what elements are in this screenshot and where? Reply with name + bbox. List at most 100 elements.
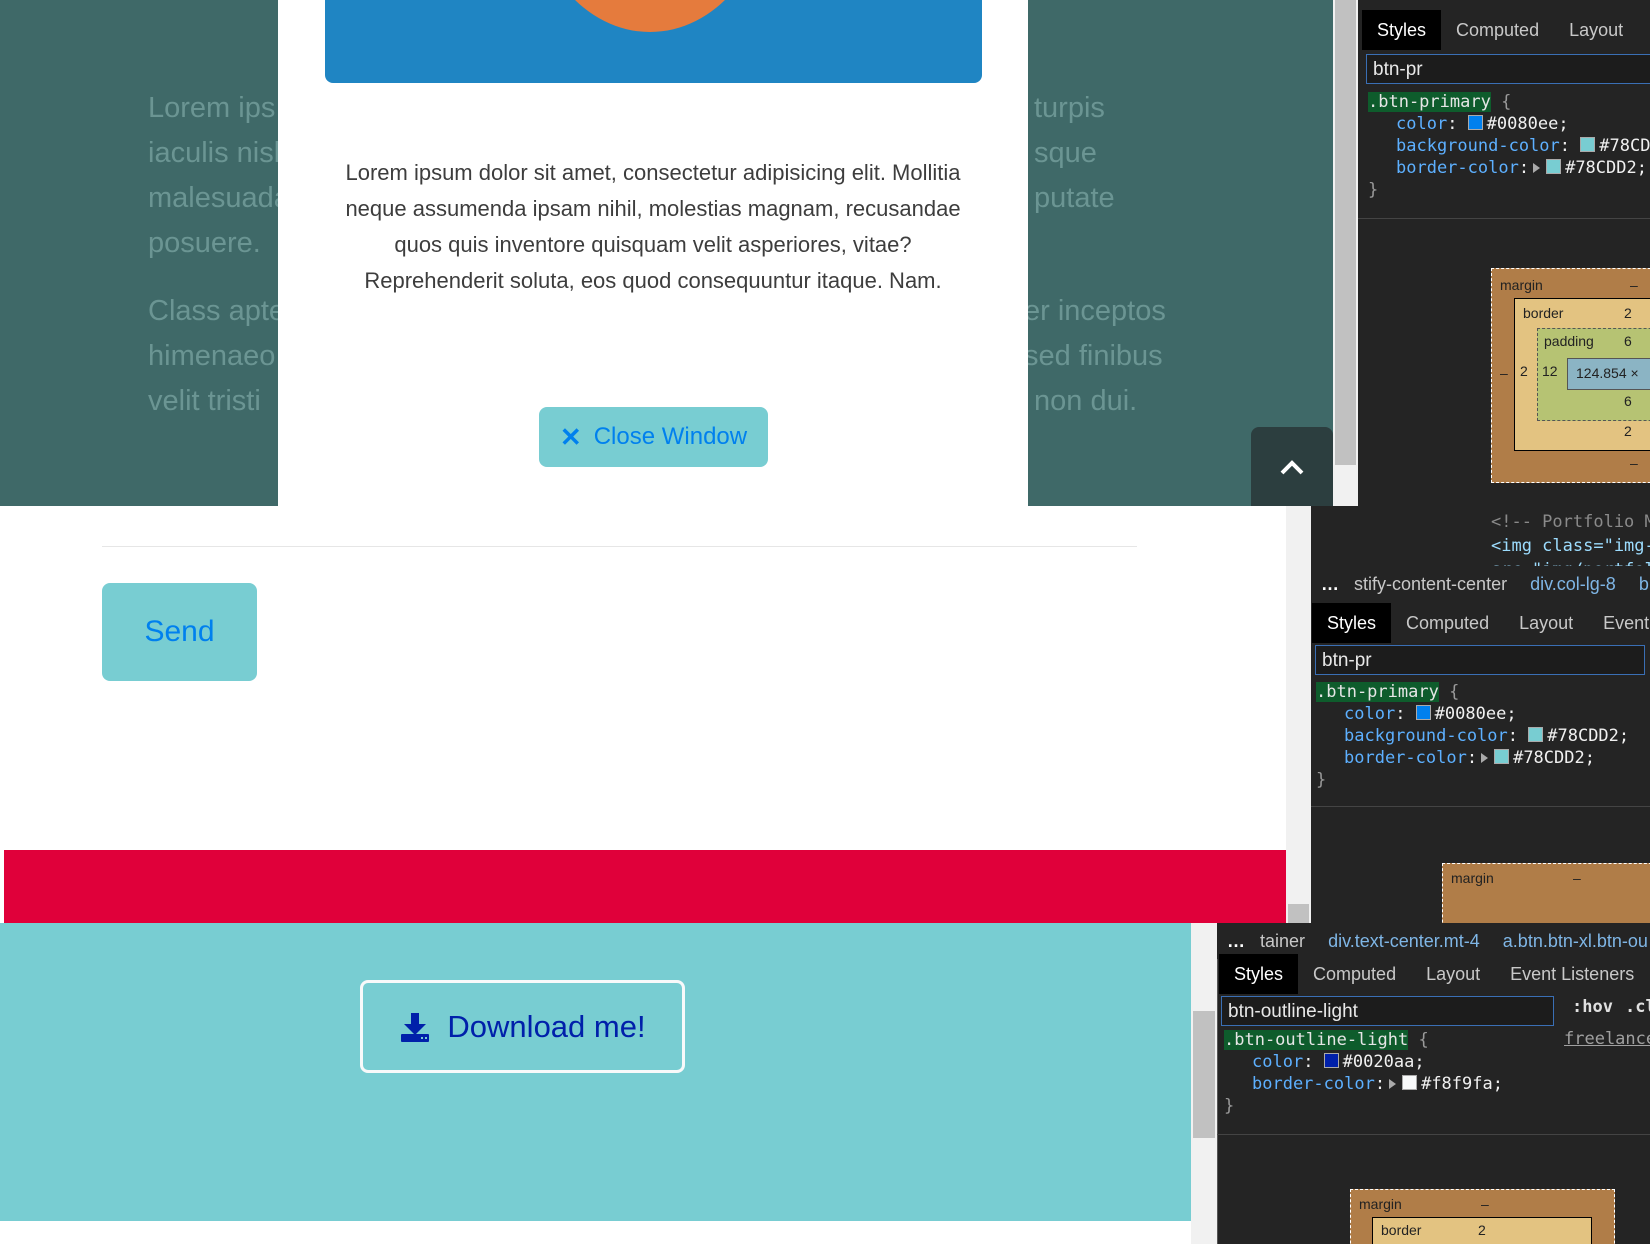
tab-styles[interactable]: Styles bbox=[1362, 10, 1442, 50]
breadcrumb-overflow[interactable]: … bbox=[1321, 574, 1339, 594]
css-property-name[interactable]: background-color bbox=[1396, 136, 1560, 156]
breadcrumb-overflow[interactable]: … bbox=[1227, 931, 1245, 951]
background-text-line: himenaeo bbox=[148, 340, 276, 372]
css-property-name[interactable]: color bbox=[1344, 704, 1395, 724]
scroll-to-top-button[interactable] bbox=[1251, 427, 1333, 506]
devtools-tabbar: Styles Computed Layout E bbox=[1362, 10, 1650, 50]
breadcrumb-item[interactable]: div.text-center.mt-4 bbox=[1328, 931, 1480, 951]
hover-state-toggle[interactable]: :hov bbox=[1572, 997, 1613, 1017]
modal-image bbox=[325, 0, 982, 83]
download-section: Download me! bbox=[0, 923, 1191, 1221]
page-scrollbar[interactable] bbox=[1286, 506, 1311, 923]
page-scrollbar-thumb[interactable] bbox=[1335, 0, 1356, 465]
rule-source-link[interactable]: freelance bbox=[1564, 1029, 1650, 1049]
rule-selector[interactable]: .btn-outline-light bbox=[1224, 1030, 1409, 1050]
color-swatch[interactable] bbox=[1415, 705, 1431, 720]
css-rule: .btn-primary { color: #0080ee; backgroun… bbox=[1368, 91, 1650, 201]
css-property-name[interactable]: background-color bbox=[1344, 726, 1508, 746]
rule-selector[interactable]: .btn-primary bbox=[1316, 682, 1439, 702]
chevron-up-icon bbox=[1280, 459, 1304, 474]
box-model-margin[interactable]: margin – bbox=[1442, 863, 1650, 923]
background-text-line: Class apte bbox=[148, 295, 286, 327]
breadcrumb-item[interactable]: tainer bbox=[1260, 931, 1305, 951]
tab-event-listeners[interactable]: E bbox=[1638, 10, 1650, 50]
page-scrollbar-thumb[interactable] bbox=[1193, 1011, 1215, 1138]
breadcrumb-item[interactable]: div.col-lg-8 bbox=[1530, 574, 1616, 594]
css-property-value[interactable]: #78CDD2; bbox=[1565, 158, 1647, 178]
background-text-line: iaculis nisl bbox=[148, 137, 281, 169]
devtools-panel: Styles Computed Layout E btn-pr .btn-pri… bbox=[1358, 0, 1650, 506]
download-button[interactable]: Download me! bbox=[360, 980, 685, 1073]
page-bottom bbox=[0, 1221, 1191, 1244]
close-window-label: Close Window bbox=[593, 423, 748, 450]
tab-styles[interactable]: Styles bbox=[1219, 954, 1299, 994]
styles-filter-input[interactable]: btn-outline-light bbox=[1221, 996, 1554, 1026]
breadcrumb-item[interactable]: b bbox=[1639, 574, 1649, 594]
red-section-band bbox=[4, 850, 1286, 923]
color-swatch[interactable] bbox=[1528, 727, 1544, 742]
background-text-line: sque bbox=[1034, 137, 1097, 169]
breadcrumb-item[interactable]: stify-content-center bbox=[1354, 574, 1507, 594]
tab-styles[interactable]: Styles bbox=[1312, 603, 1392, 643]
expand-triangle-icon[interactable] bbox=[1389, 1079, 1397, 1089]
css-property-name[interactable]: border-color bbox=[1344, 748, 1467, 768]
contact-section: Send bbox=[0, 506, 1286, 923]
color-swatch[interactable] bbox=[1402, 1075, 1418, 1090]
modal-image-circle bbox=[530, 0, 770, 32]
background-text-line: malesuada bbox=[148, 182, 290, 214]
tab-layout[interactable]: Layout bbox=[1554, 10, 1638, 50]
color-swatch[interactable] bbox=[1494, 749, 1510, 764]
background-text-line: non dui. bbox=[1034, 385, 1138, 417]
tab-computed[interactable]: Computed bbox=[1298, 954, 1411, 994]
background-text-line: Lorem ips bbox=[148, 92, 276, 124]
color-swatch[interactable] bbox=[1467, 115, 1483, 130]
css-property-value[interactable]: #0020aa; bbox=[1343, 1052, 1425, 1072]
close-window-button[interactable]: ✕ Close Window bbox=[539, 407, 768, 467]
css-property-value[interactable]: #78CDD2; bbox=[1513, 748, 1595, 768]
class-toggle[interactable]: .cl bbox=[1625, 997, 1650, 1017]
devtools-tabbar: Styles Computed Layout Event l bbox=[1312, 603, 1650, 643]
box-model-content[interactable]: 124.854 × bbox=[1567, 358, 1650, 390]
download-icon bbox=[401, 1012, 430, 1042]
page-scrollbar-thumb[interactable] bbox=[1288, 904, 1309, 923]
styles-filter-input[interactable]: btn-pr bbox=[1315, 645, 1645, 675]
background-text-line: velit tristi bbox=[148, 385, 261, 417]
tab-layout[interactable]: Layout bbox=[1411, 954, 1495, 994]
rule-selector[interactable]: .btn-primary bbox=[1368, 92, 1491, 112]
css-rule: .btn-outline-light { color: #0020aa; bor… bbox=[1224, 1030, 1503, 1116]
background-text-line: posuere. bbox=[148, 227, 261, 259]
tab-computed[interactable]: Computed bbox=[1391, 603, 1504, 643]
css-property-value[interactable]: #f8f9fa; bbox=[1421, 1074, 1503, 1094]
background-text-line: sed finibus bbox=[1024, 340, 1163, 372]
devtools-tabbar: Styles Computed Layout Event Listeners bbox=[1219, 954, 1650, 994]
css-property-name[interactable]: color bbox=[1252, 1052, 1303, 1072]
css-rule: .btn-primary { color: #0080ee; backgroun… bbox=[1316, 682, 1630, 790]
send-button[interactable]: Send bbox=[102, 583, 257, 681]
tab-layout[interactable]: Layout bbox=[1504, 603, 1588, 643]
styles-filter-input[interactable]: btn-pr bbox=[1366, 54, 1650, 84]
color-swatch[interactable] bbox=[1546, 159, 1562, 174]
background-text-line: turpis bbox=[1034, 92, 1105, 124]
breadcrumb: … stify-content-center div.col-lg-8 b bbox=[1311, 566, 1650, 602]
tab-computed[interactable]: Computed bbox=[1441, 10, 1554, 50]
tab-event-listeners[interactable]: Event Listeners bbox=[1495, 954, 1649, 994]
background-text-line: putate bbox=[1034, 182, 1115, 214]
css-property-name[interactable]: border-color bbox=[1252, 1074, 1375, 1094]
css-property-value[interactable]: #78CDD2; bbox=[1547, 726, 1629, 746]
css-property-value[interactable]: #0080ee; bbox=[1487, 114, 1569, 134]
expand-triangle-icon[interactable] bbox=[1533, 163, 1541, 173]
box-model-border[interactable]: border 2 bbox=[1372, 1217, 1592, 1244]
devtools-panel: … tainer div.text-center.mt-4 a.btn.btn-… bbox=[1217, 923, 1650, 1244]
expand-triangle-icon[interactable] bbox=[1481, 753, 1489, 763]
background-text-line: er inceptos bbox=[1024, 295, 1166, 327]
color-swatch[interactable] bbox=[1580, 137, 1596, 152]
css-property-name[interactable]: border-color bbox=[1396, 158, 1519, 178]
form-divider bbox=[102, 546, 1137, 547]
css-property-name[interactable]: color bbox=[1396, 114, 1447, 134]
css-property-value[interactable]: #78CDD bbox=[1599, 136, 1650, 156]
breadcrumb-item[interactable]: a.btn.btn-xl.btn-ou bbox=[1503, 931, 1648, 951]
tab-event-listeners[interactable]: Event l bbox=[1588, 603, 1650, 643]
css-property-value[interactable]: #0080ee; bbox=[1435, 704, 1517, 724]
portfolio-page: Lorem ips iaculis nisl malesuada posuere… bbox=[0, 0, 1333, 506]
color-swatch[interactable] bbox=[1323, 1053, 1339, 1068]
